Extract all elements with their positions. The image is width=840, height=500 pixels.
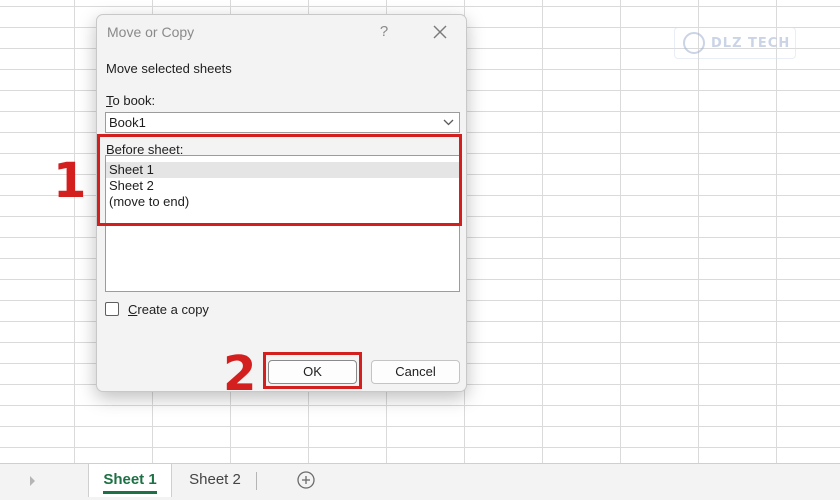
watermark-text: DLZ TECH: [711, 35, 791, 51]
create-copy-label[interactable]: Create a copy: [128, 302, 209, 317]
sheet-tab-sheet-1[interactable]: Sheet 1: [88, 464, 172, 497]
annotation-box-before-sheet: [97, 134, 462, 226]
tab-separator: [256, 472, 257, 490]
sheet-tab-bar: Sheet 1 Sheet 2: [0, 463, 840, 500]
scroll-tabs-arrow-icon[interactable]: [30, 476, 35, 486]
annotation-step-1: 1: [53, 153, 87, 209]
cancel-button[interactable]: Cancel: [371, 360, 460, 384]
plus-circle-icon: [297, 471, 315, 489]
sheet-tab-sheet-2[interactable]: Sheet 2: [174, 464, 256, 497]
create-copy-label-text: reate a copy: [137, 302, 209, 317]
annotation-step-2: 2: [223, 346, 257, 402]
create-copy-accel: C: [128, 302, 138, 317]
move-selected-sheets-label: Move selected sheets: [106, 61, 232, 76]
to-book-select[interactable]: Book1: [105, 112, 460, 133]
annotation-box-ok: [263, 352, 362, 389]
add-sheet-button[interactable]: [296, 470, 316, 490]
to-book-label-text: o book:: [112, 93, 156, 108]
close-icon: [433, 25, 447, 39]
watermark-icon: [683, 32, 705, 54]
watermark-logo: DLZ TECH: [674, 27, 796, 59]
to-book-value: Book1: [109, 115, 146, 130]
create-copy-checkbox[interactable]: [105, 302, 119, 316]
dialog-title: Move or Copy: [107, 24, 195, 40]
close-button[interactable]: [429, 21, 451, 43]
help-button[interactable]: ?: [374, 22, 394, 42]
to-book-dropdown-button[interactable]: [437, 113, 459, 132]
to-book-label: To book:: [106, 93, 155, 108]
chevron-down-icon: [443, 119, 454, 126]
